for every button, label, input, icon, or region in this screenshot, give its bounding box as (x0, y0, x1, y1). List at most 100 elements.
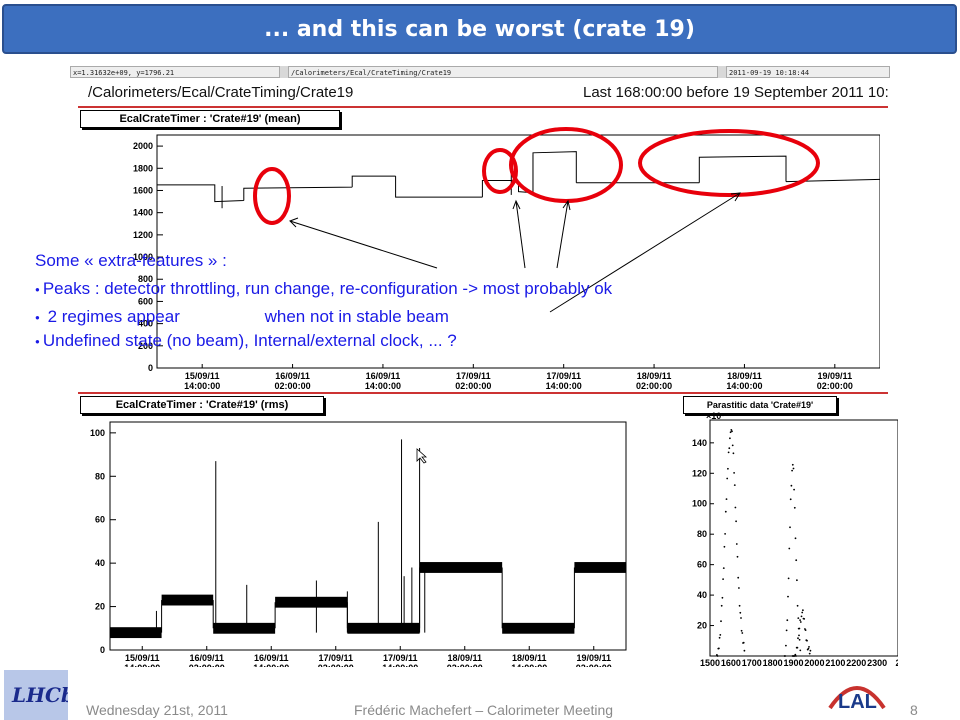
parasitic-point (794, 537, 797, 540)
status-bar: x=1.31632e+09, y=1796.21 /Calorimeters/E… (70, 66, 890, 78)
parasitic-point (741, 632, 744, 634)
parasitic-chart: ×10³ 20 40 60 80 100 120 140 1500 1600 1700 1800 1… (692, 411, 898, 668)
parasitic-point (787, 595, 789, 598)
mean-x-label: 18/09/11 (637, 371, 672, 381)
mean-y-tick-label: 2000 (133, 141, 153, 151)
parasitic-x-tick-label: 1700 (742, 658, 762, 668)
rms-x-label: 17/09/11 (383, 653, 418, 663)
mean-y-tick-label: 1600 (133, 185, 153, 195)
lal-logo-text: LAL (838, 691, 877, 713)
parasitic-point (738, 604, 741, 607)
parasitic-x-tick-label: 2100 (825, 658, 845, 668)
parasitic-point (788, 547, 791, 550)
parasitic-point (790, 484, 793, 487)
parasitic-point (731, 444, 734, 447)
parasitic-plot-frame (709, 419, 898, 657)
parasitic-point (793, 506, 796, 509)
parasitic-point (797, 637, 799, 640)
parasitic-point (798, 638, 801, 641)
parasitic-point (719, 634, 722, 636)
parasitic-point (736, 555, 739, 558)
mean-x-label: 17/09/11 (546, 371, 581, 381)
rms-x-label: 18/09/11 (447, 653, 482, 663)
parasitic-point (798, 634, 800, 637)
parasitic-point (785, 644, 787, 647)
mean-x-label: 14:00:00 (365, 381, 401, 391)
rms-level-band (161, 594, 214, 606)
parasitic-point (799, 619, 801, 621)
rms-x-label: 17/09/11 (318, 653, 353, 663)
parasitic-point (734, 506, 737, 509)
note-regimes-text: 2 regimes appear (47, 307, 180, 326)
mean-x-label: 18/09/11 (727, 371, 762, 381)
parasitic-y-tick-label: 100 (692, 499, 707, 509)
rms-x-label: 16/09/11 (254, 653, 289, 663)
note-bullet-undefined: Undefined state (no beam), Internal/exte… (35, 330, 457, 353)
note-regimes-condition: when not in stable beam (264, 307, 449, 326)
rms-level-band (275, 596, 348, 608)
mean-x-label: 02:00:00 (817, 381, 853, 391)
parasitic-point (727, 467, 729, 470)
parasitic-x-tick-label: 2 (895, 658, 898, 668)
mean-x-label: 16/09/11 (275, 371, 310, 381)
parasitic-point (724, 510, 727, 513)
status-timestamp: 2011-09-19 10:18:44 (726, 66, 890, 78)
parasitic-point (718, 636, 721, 639)
parasitic-y-tick-label: 20 (697, 621, 707, 631)
mean-x-label: 17/09/11 (456, 371, 491, 381)
note-bullet-regimes: 2 regimes appear when not in stable beam (35, 306, 449, 329)
parasitic-point (802, 609, 804, 612)
parasitic-point (803, 618, 806, 620)
rms-x-label: 02:00:00 (318, 663, 354, 667)
parasitic-point (737, 576, 740, 579)
rms-x-label: 14:00:00 (382, 663, 418, 667)
parasitic-point (743, 649, 746, 652)
parasitic-point (789, 498, 792, 501)
parasitic-point (729, 437, 731, 440)
parasitic-point (808, 652, 811, 655)
rms-x-label: 02:00:00 (447, 663, 483, 667)
mean-y-tick-label: 0 (148, 363, 153, 373)
parasitic-point (733, 472, 735, 474)
mean-x-label: 16/09/11 (366, 371, 401, 381)
rms-y-tick-label: 80 (95, 471, 105, 481)
parasitic-point (722, 567, 725, 569)
rms-x-label: 18/09/11 (512, 653, 547, 663)
rms-level-band (502, 622, 575, 634)
note-heading: Some « extra-features » : (35, 251, 227, 270)
parasitic-y-tick-label: 140 (692, 438, 707, 448)
rms-level-band (213, 622, 276, 634)
parasitic-point (792, 467, 795, 470)
time-range-label: Last 168:00:00 before 19 September 2011 … (583, 84, 889, 101)
status-coords: x=1.31632e+09, y=1796.21 (70, 66, 280, 78)
mean-y-tick-label: 1800 (133, 163, 153, 173)
mean-x-label: 14:00:00 (726, 381, 762, 391)
slide-title: ... and this can be worst (crate 19) (2, 4, 957, 54)
parasitic-point (800, 615, 803, 618)
rms-x-label: 14:00:00 (124, 663, 160, 667)
parasitic-x-tick-label: 1600 (721, 658, 741, 668)
parasitic-point (721, 596, 724, 599)
rms-y-tick-label: 20 (95, 602, 105, 612)
rms-x-label: 15/09/11 (125, 653, 160, 663)
parasitic-point (724, 533, 726, 535)
rms-x-label: 14:00:00 (511, 663, 547, 667)
parasitic-point (791, 463, 794, 466)
parasitic-point (797, 617, 800, 619)
rms-x-label: 02:00:00 (189, 663, 225, 667)
rms-x-label: 02:00:00 (576, 663, 612, 667)
parasitic-point (732, 452, 735, 455)
rms-x-label: 19/09/11 (576, 653, 611, 663)
parasitic-point (739, 611, 742, 614)
parasitic-point (742, 641, 745, 644)
rms-y-tick-label: 100 (90, 428, 105, 438)
parasitic-point (796, 604, 799, 607)
parasitic-point (718, 647, 720, 650)
footer-author: Frédéric Machefert – Calorimeter Meeting (354, 702, 614, 718)
mean-x-label: 19/09/11 (818, 371, 853, 381)
parasitic-point (735, 520, 737, 523)
rms-y-tick-label: 60 (95, 515, 105, 525)
parasitic-point (784, 655, 787, 657)
parasitic-point (720, 604, 723, 607)
lhcb-logo-text: LHCb (11, 683, 68, 707)
